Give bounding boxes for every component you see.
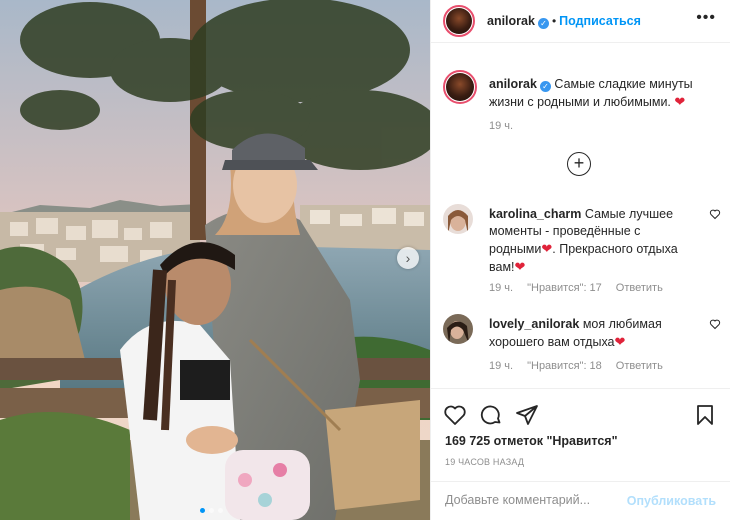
heart-emoji-icon: ❤	[614, 334, 626, 349]
comment-likes[interactable]: "Нравится": 17	[527, 282, 602, 294]
heart-icon[interactable]	[443, 403, 467, 427]
comment-text: karolina_charm Самые лучшее моменты - пр…	[489, 206, 689, 276]
comment-meta: 19 ч. "Нравится": 17 Ответить	[489, 282, 677, 294]
author-username[interactable]: anilorak	[487, 14, 535, 28]
post-photo[interactable]: ›	[0, 0, 430, 520]
follow-button[interactable]: Подписаться	[559, 14, 641, 28]
post-actions: 169 725 отметок "Нравится" 19 ЧАСОВ НАЗА…	[431, 388, 730, 520]
comment-input[interactable]	[445, 493, 615, 507]
verified-badge-icon: ✓	[537, 18, 549, 29]
comment-username[interactable]: lovely_anilorak	[489, 317, 579, 331]
author-avatar[interactable]	[443, 5, 475, 37]
chevron-right-icon: ›	[405, 250, 411, 266]
comment-icon[interactable]	[479, 403, 503, 427]
bookmark-icon[interactable]	[693, 403, 717, 427]
commenter-avatar[interactable]	[443, 204, 473, 234]
next-photo-button[interactable]: ›	[397, 247, 419, 269]
verified-badge-icon: ✓	[539, 81, 551, 92]
separator: •	[551, 14, 557, 28]
comment-text: lovely_anilorak моя любимая хорошего вам…	[489, 316, 689, 351]
heart-emoji-icon: ❤	[674, 94, 686, 109]
commenter-avatar[interactable]	[443, 314, 473, 344]
carousel-dots	[200, 508, 223, 513]
comment-time: 19 ч.	[489, 360, 514, 372]
comment-time: 19 ч.	[489, 282, 514, 294]
carousel-dot	[209, 508, 214, 513]
comment-like-icon[interactable]	[709, 318, 721, 330]
reply-button[interactable]: Ответить	[616, 282, 663, 294]
caption-time: 19 ч.	[489, 120, 514, 132]
post-header: anilorak ✓ • Подписаться •••	[431, 0, 730, 43]
comment-meta: 19 ч. "Нравится": 18 Ответить	[489, 360, 677, 372]
post-side-panel: anilorak ✓ • Подписаться ••• anilorak ✓ Самы…	[430, 0, 730, 520]
carousel-dot	[200, 508, 205, 513]
carousel-dot	[218, 508, 223, 513]
load-more-comments-button[interactable]: +	[567, 152, 591, 176]
author-line: anilorak ✓ • Подписаться	[487, 14, 641, 29]
photo-illustration	[0, 0, 430, 520]
post-timestamp: 19 ЧАСОВ НАЗАД	[445, 457, 525, 467]
heart-emoji-icon: ❤	[514, 259, 526, 274]
likes-count[interactable]: 169 725 отметок "Нравится"	[445, 434, 618, 448]
comment-likes[interactable]: "Нравится": 18	[527, 360, 602, 372]
comment-like-icon[interactable]	[709, 208, 721, 220]
more-options-icon[interactable]: •••	[696, 9, 716, 27]
share-icon[interactable]	[515, 403, 539, 427]
caption-avatar[interactable]	[443, 70, 477, 104]
caption-text: anilorak ✓ Самые сладкие минуты жизни с р…	[489, 76, 721, 111]
reply-button[interactable]: Ответить	[616, 360, 663, 372]
comment-username[interactable]: karolina_charm	[489, 207, 581, 221]
add-comment-bar: Опубликовать	[431, 481, 730, 520]
plus-circle-icon: +	[573, 153, 585, 173]
publish-button[interactable]: Опубликовать	[627, 494, 716, 508]
heart-emoji-icon: ❤	[541, 241, 553, 256]
caption-username[interactable]: anilorak	[489, 77, 537, 91]
